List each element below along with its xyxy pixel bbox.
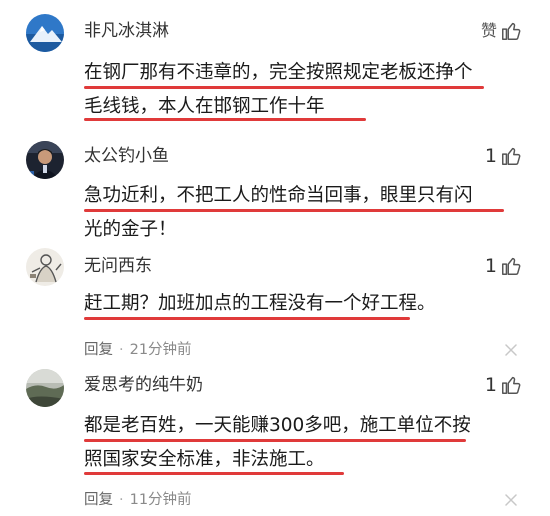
username[interactable]: 爱思考的纯牛奶 [84,374,203,396]
thumbs-up-icon [502,147,521,165]
like-count: 1 [484,374,497,396]
comment-text-line: 照国家安全标准，非法施工。 [84,449,325,470]
avatar-sketch-image [26,248,64,286]
comment-text: 在钢厂那有不违章的，完全按照规定老板还挣个 毛线钱，本人在邯钢工作十年 [84,56,524,124]
comment-text: 急功近利，不把工人的性命当回事，眼里只有闪 光的金子！ [84,179,524,247]
thumbs-up-icon [502,22,521,40]
like-count: 1 [484,145,497,167]
comment-text-line: 急功近利，不把工人的性命当回事，眼里只有闪 [84,185,473,206]
highlight-underline [84,317,410,320]
avatar[interactable] [26,141,64,179]
reply-link[interactable]: 回复 [84,340,113,360]
close-icon [505,344,517,356]
username[interactable]: 太公钓小鱼 [84,145,169,167]
highlight-underline [84,472,344,475]
reply-link[interactable]: 回复 [84,490,113,510]
like-button[interactable]: 1 [485,254,522,278]
highlight-underline [84,439,466,442]
like-button[interactable]: 赞 [481,19,522,43]
avatar[interactable] [26,369,64,407]
avatar[interactable] [26,248,64,286]
dismiss-button[interactable] [504,493,518,507]
like-label: 赞 [480,21,497,40]
like-button[interactable]: 1 [485,144,522,168]
separator-dot: · [119,342,124,358]
thumbs-up-icon [502,257,521,275]
timestamp: 21分钟前 [129,342,192,358]
comment-text-line: 在钢厂那有不违章的，完全按照规定老板还挣个 [84,62,473,83]
highlight-underline [84,209,504,212]
comment-text-line: 毛线钱，本人在邯钢工作十年 [84,96,325,117]
comment-text-line: 都是老百姓，一天能赚300多吧，施工单位不按 [84,415,471,436]
highlight-underline [84,86,484,89]
timestamp: 11分钟前 [129,492,192,508]
like-count: 1 [484,255,497,277]
dismiss-button[interactable] [504,343,518,357]
thumbs-up-icon [502,376,521,394]
avatar-landscape-image [26,369,64,407]
like-button[interactable]: 1 [485,373,522,397]
comment-meta: 回复 · 21分钟前 [84,340,192,360]
avatar[interactable] [26,14,64,52]
avatar-mountain-image [26,14,64,52]
comment-text: 赶工期？加班加点的工程没有一个好工程。 [84,287,524,321]
separator-dot: · [119,492,124,508]
avatar-person-image [26,141,64,179]
username[interactable]: 无问西东 [84,255,152,277]
highlight-underline [84,118,366,121]
comment-meta: 回复 · 11分钟前 [84,490,192,510]
comment-text-line: 光的金子！ [84,219,177,240]
close-icon [505,494,517,506]
username[interactable]: 非凡冰淇淋 [84,20,169,42]
comment-text: 都是老百姓，一天能赚300多吧，施工单位不按 照国家安全标准，非法施工。 [84,409,524,477]
comment-text-line: 赶工期？加班加点的工程没有一个好工程。 [84,293,436,314]
